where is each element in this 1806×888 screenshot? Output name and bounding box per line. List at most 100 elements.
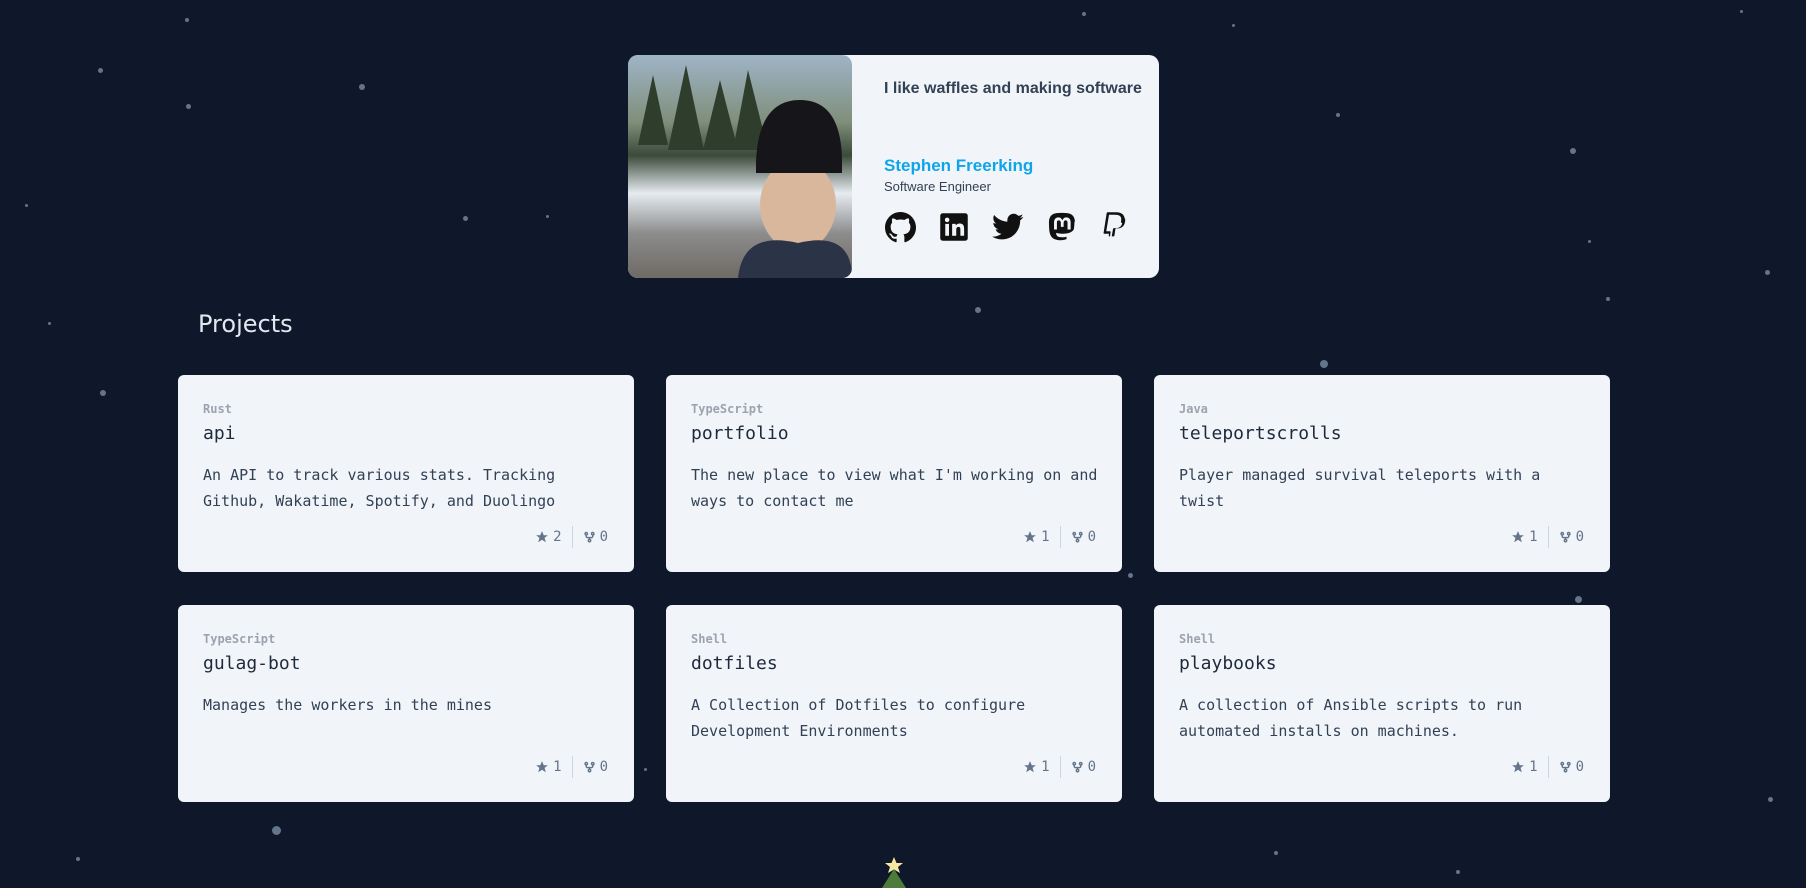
- star: [1128, 573, 1133, 578]
- fork-icon: [1071, 761, 1083, 773]
- star: [1232, 24, 1235, 27]
- star: [1570, 148, 1576, 154]
- fork-icon: [1559, 531, 1571, 543]
- project-description: A Collection of Dotfiles to configure De…: [691, 696, 1026, 740]
- star-count: 1: [1529, 759, 1538, 775]
- project-card[interactable]: TypeScript portfolio The new place to vi…: [666, 375, 1122, 572]
- star: [1082, 12, 1086, 16]
- linkedin-icon[interactable]: [938, 211, 970, 243]
- social-links: [884, 211, 1132, 243]
- fork-count: 0: [1575, 759, 1584, 775]
- star-icon: [536, 761, 548, 773]
- stats-divider: [1547, 526, 1549, 548]
- profile-tagline: I like waffles and making software: [884, 80, 1142, 97]
- project-language: Java: [1179, 402, 1208, 416]
- star: [1606, 297, 1610, 301]
- star: [98, 68, 103, 73]
- star-icon: [1024, 531, 1036, 543]
- star-icon: [1512, 761, 1524, 773]
- profile-photo-illustration: [638, 65, 852, 278]
- star: [463, 216, 468, 221]
- christmas-tree-icon: [882, 857, 906, 888]
- star-icon: [1512, 531, 1524, 543]
- fork-count: 0: [599, 529, 608, 545]
- star-icon: [1024, 761, 1036, 773]
- project-name[interactable]: teleportscrolls: [1179, 423, 1342, 444]
- fork-icon: [583, 761, 595, 773]
- stats-divider: [1547, 756, 1549, 778]
- star: [1768, 797, 1773, 802]
- project-card[interactable]: Rust api An API to track various stats. …: [178, 375, 634, 572]
- project-stats: 1 0: [1511, 756, 1584, 778]
- projects-heading: Projects: [198, 310, 293, 338]
- project-stats: 1 0: [1023, 756, 1096, 778]
- profile-name: Stephen Freerking: [884, 156, 1034, 175]
- project-stats: 1 0: [1023, 526, 1096, 548]
- star-count: 2: [553, 529, 562, 545]
- profile-card: I like waffles and making software Steph…: [628, 55, 1159, 278]
- profile-photo: [628, 55, 852, 278]
- star-count: 1: [1041, 759, 1050, 775]
- project-language: TypeScript: [691, 402, 764, 416]
- star: [546, 215, 549, 218]
- project-card[interactable]: Shell dotfiles A Collection of Dotfiles …: [666, 605, 1122, 802]
- paypal-icon[interactable]: [1100, 211, 1132, 243]
- project-description: A collection of Ansible scripts to run a…: [1179, 696, 1523, 740]
- fork-icon: [1071, 531, 1083, 543]
- github-icon[interactable]: [884, 211, 916, 243]
- project-language: Shell: [691, 632, 728, 646]
- project-name[interactable]: portfolio: [691, 423, 789, 444]
- project-name[interactable]: playbooks: [1179, 653, 1277, 674]
- star-count: 1: [1041, 529, 1050, 545]
- star-count: 1: [553, 759, 562, 775]
- project-description: The new place to view what I'm working o…: [691, 466, 1098, 510]
- star: [1588, 240, 1591, 243]
- fork-count: 0: [1575, 529, 1584, 545]
- star: [48, 322, 51, 325]
- mastodon-icon[interactable]: [1046, 211, 1078, 243]
- project-name[interactable]: api: [203, 423, 236, 444]
- twitter-icon[interactable]: [992, 211, 1024, 243]
- star: [76, 857, 80, 861]
- project-stats: 2 0: [535, 526, 608, 548]
- project-card[interactable]: TypeScript gulag-bot Manages the workers…: [178, 605, 634, 802]
- stats-divider: [1059, 756, 1061, 778]
- star: [1320, 360, 1328, 368]
- fork-count: 0: [1087, 529, 1096, 545]
- stats-divider: [571, 526, 573, 548]
- star: [1575, 596, 1582, 603]
- fork-icon: [1559, 761, 1571, 773]
- project-language: Rust: [203, 402, 232, 416]
- fork-count: 0: [599, 759, 608, 775]
- star: [1274, 851, 1278, 855]
- star-icon: [536, 531, 548, 543]
- star: [185, 18, 189, 22]
- star: [100, 390, 106, 396]
- project-description: Manages the workers in the mines: [203, 696, 492, 714]
- project-card[interactable]: Shell playbooks A collection of Ansible …: [1154, 605, 1610, 802]
- project-stats: 1 0: [1511, 526, 1584, 548]
- star-count: 1: [1529, 529, 1538, 545]
- star: [1740, 10, 1743, 13]
- fork-icon: [583, 531, 595, 543]
- project-name[interactable]: dotfiles: [691, 653, 778, 674]
- star: [644, 768, 647, 771]
- project-description: An API to track various stats. Tracking …: [203, 466, 556, 510]
- star: [1336, 113, 1340, 117]
- fork-count: 0: [1087, 759, 1096, 775]
- star: [1765, 270, 1770, 275]
- profile-role: Software Engineer: [884, 179, 991, 194]
- project-language: TypeScript: [203, 632, 276, 646]
- stats-divider: [571, 756, 573, 778]
- star: [359, 84, 365, 90]
- star: [272, 826, 281, 835]
- project-stats: 1 0: [535, 756, 608, 778]
- project-name[interactable]: gulag-bot: [203, 653, 301, 674]
- star: [1456, 870, 1460, 874]
- star: [186, 104, 191, 109]
- project-language: Shell: [1179, 632, 1216, 646]
- project-card[interactable]: Java teleportscrolls Player managed surv…: [1154, 375, 1610, 572]
- project-description: Player managed survival teleports with a…: [1179, 466, 1541, 510]
- stats-divider: [1059, 526, 1061, 548]
- star: [25, 204, 28, 207]
